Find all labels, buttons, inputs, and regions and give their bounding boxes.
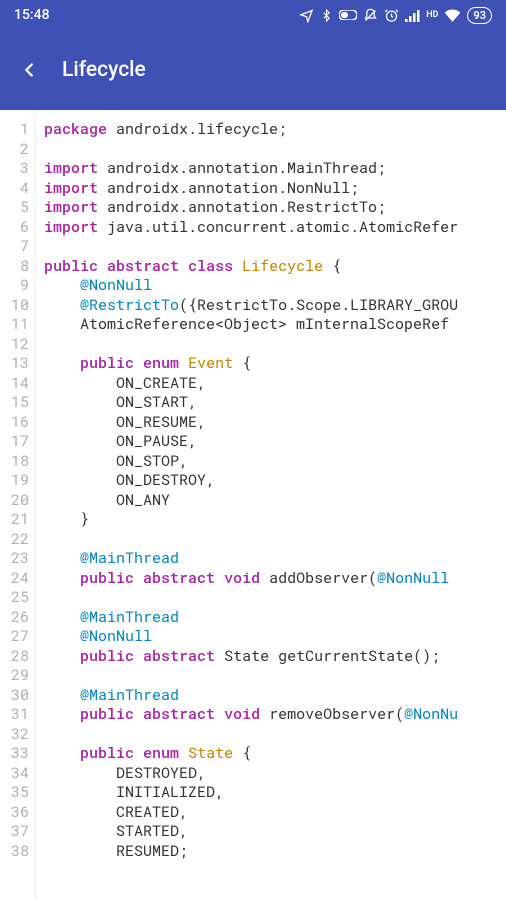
code-line [44, 237, 506, 257]
code-line: DESTROYED, [44, 764, 506, 784]
line-number: 35 [0, 783, 35, 803]
line-number: 3 [0, 159, 35, 179]
code-line: public abstract State getCurrentState(); [44, 647, 506, 667]
code-line [44, 666, 506, 686]
pill-icon [339, 10, 357, 20]
code-line: AtomicReference<Object> mInternalScopeRe… [44, 315, 506, 335]
mute-icon [363, 8, 378, 23]
line-number: 12 [0, 335, 35, 355]
line-number: 31 [0, 705, 35, 725]
line-number: 36 [0, 803, 35, 823]
line-number: 13 [0, 354, 35, 374]
line-number: 8 [0, 257, 35, 277]
app-bar: Lifecycle [0, 30, 506, 110]
code-line: @MainThread [44, 608, 506, 628]
line-number: 37 [0, 822, 35, 842]
code-line: public enum State { [44, 744, 506, 764]
line-number: 14 [0, 374, 35, 394]
code-line: package androidx.lifecycle; [44, 120, 506, 140]
code-line [44, 335, 506, 355]
code-line: ON_PAUSE, [44, 432, 506, 452]
line-number: 6 [0, 218, 35, 238]
line-number: 21 [0, 510, 35, 530]
code-line: @MainThread [44, 686, 506, 706]
line-number: 24 [0, 569, 35, 589]
line-number: 25 [0, 588, 35, 608]
line-number: 5 [0, 198, 35, 218]
code-line: ON_RESUME, [44, 413, 506, 433]
code-line: ON_CREATE, [44, 374, 506, 394]
code-line: } [44, 510, 506, 530]
line-number: 32 [0, 725, 35, 745]
bluetooth-icon [320, 8, 333, 23]
line-number: 28 [0, 647, 35, 667]
code-line: import androidx.annotation.RestrictTo; [44, 198, 506, 218]
line-number: 22 [0, 530, 35, 550]
line-number: 2 [0, 140, 35, 160]
code-line: STARTED, [44, 822, 506, 842]
wifi-icon [444, 9, 461, 22]
status-time: 15:48 [14, 7, 50, 23]
page-title: Lifecycle [62, 58, 146, 82]
line-number: 20 [0, 491, 35, 511]
code-line: import java.util.concurrent.atomic.Atomi… [44, 218, 506, 238]
code-line: @NonNull [44, 276, 506, 296]
line-number: 11 [0, 315, 35, 335]
code-content: package androidx.lifecycle; import andro… [36, 110, 506, 900]
line-number: 30 [0, 686, 35, 706]
code-line: public enum Event { [44, 354, 506, 374]
code-line: ON_STOP, [44, 452, 506, 472]
code-line: CREATED, [44, 803, 506, 823]
status-icons: HD 93 [299, 7, 492, 24]
line-number: 34 [0, 764, 35, 784]
code-line: import androidx.annotation.NonNull; [44, 179, 506, 199]
line-number: 17 [0, 432, 35, 452]
code-line: public abstract void removeObserver(@Non… [44, 705, 506, 725]
signal-icon [405, 9, 420, 22]
line-number: 10 [0, 296, 35, 316]
code-line: INITIALIZED, [44, 783, 506, 803]
location-icon [299, 8, 314, 23]
code-line: @RestrictTo({RestrictTo.Scope.LIBRARY_GR… [44, 296, 506, 316]
line-number: 27 [0, 627, 35, 647]
line-number: 29 [0, 666, 35, 686]
line-number: 1 [0, 120, 35, 140]
code-line: @MainThread [44, 549, 506, 569]
code-line [44, 530, 506, 550]
line-gutter: 1234567891011121314151617181920212223242… [0, 110, 36, 900]
line-number: 7 [0, 237, 35, 257]
line-number: 26 [0, 608, 35, 628]
alarm-icon [384, 8, 399, 23]
code-viewer[interactable]: 1234567891011121314151617181920212223242… [0, 110, 506, 900]
code-line: public abstract class Lifecycle { [44, 257, 506, 277]
code-line [44, 725, 506, 745]
code-line: public abstract void addObserver(@NonNul… [44, 569, 506, 589]
line-number: 9 [0, 276, 35, 296]
code-line: ON_DESTROY, [44, 471, 506, 491]
status-bar: 15:48 HD 93 [0, 0, 506, 30]
line-number: 16 [0, 413, 35, 433]
code-line: ON_START, [44, 393, 506, 413]
code-line: ON_ANY [44, 491, 506, 511]
line-number: 19 [0, 471, 35, 491]
line-number: 15 [0, 393, 35, 413]
line-number: 33 [0, 744, 35, 764]
network-type: HD [426, 11, 438, 20]
code-line: import androidx.annotation.MainThread; [44, 159, 506, 179]
line-number: 18 [0, 452, 35, 472]
code-line [44, 140, 506, 160]
line-number: 23 [0, 549, 35, 569]
battery-indicator: 93 [467, 7, 492, 24]
code-line: RESUMED; [44, 842, 506, 862]
line-number: 38 [0, 842, 35, 862]
line-number: 4 [0, 179, 35, 199]
back-icon [18, 59, 40, 81]
code-line: @NonNull [44, 627, 506, 647]
code-line [44, 588, 506, 608]
back-button[interactable] [18, 59, 40, 81]
